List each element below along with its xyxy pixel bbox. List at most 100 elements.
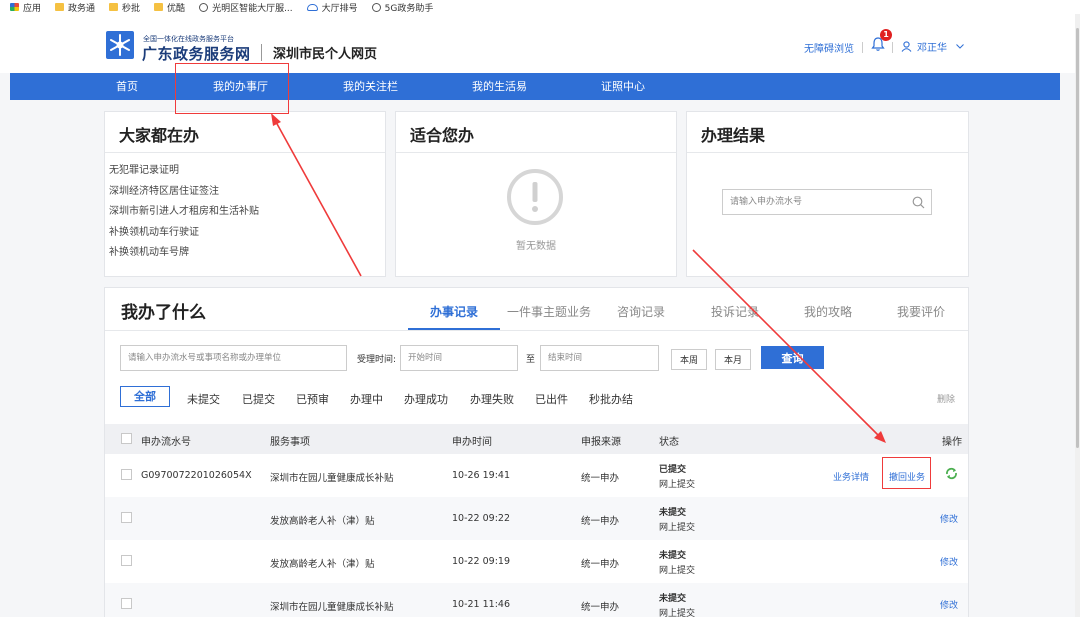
folder-icon	[109, 3, 119, 11]
edit-link[interactable]: 修改	[940, 555, 958, 568]
start-date-input[interactable]	[400, 345, 518, 371]
tab-complaint-records[interactable]: 投诉记录	[711, 303, 759, 320]
this-week-button[interactable]: 本周	[671, 349, 707, 370]
status-sub: 网上提交	[659, 609, 696, 617]
bookmark-apps[interactable]: 应用	[10, 1, 41, 14]
annotation-box-nav	[175, 63, 289, 114]
popular-item[interactable]: 深圳市新引进人才租房和生活补贴	[109, 202, 259, 223]
logo-title[interactable]: 广东政务服务网	[142, 43, 251, 64]
row-source: 统一申办	[581, 473, 620, 484]
row-service: 深圳市在园儿童健康成长补贴	[270, 602, 394, 613]
accessibility-link[interactable]: 无障碍浏览	[804, 40, 854, 55]
popular-item[interactable]: 深圳经济特区居住证签注	[109, 182, 259, 203]
row-checkbox[interactable]	[121, 469, 132, 480]
nav-home[interactable]: 首页	[116, 73, 138, 100]
filter-submitted[interactable]: 已提交	[242, 391, 275, 407]
serial-number-input[interactable]	[722, 189, 932, 215]
query-button[interactable]: 查询	[761, 346, 824, 369]
business-detail-link[interactable]: 业务详情	[833, 470, 869, 483]
logo-divider	[261, 44, 262, 61]
user-name: 邓正华	[917, 43, 947, 54]
filter-prereviewed[interactable]: 已预审	[296, 391, 329, 407]
select-all-checkbox[interactable]	[121, 433, 132, 444]
end-date-input[interactable]	[540, 345, 659, 371]
row-service: 深圳市在园儿童健康成长补贴	[270, 473, 394, 484]
filter-not-submitted[interactable]: 未提交	[187, 391, 220, 407]
bookmark-youku[interactable]: 优酷	[154, 1, 185, 14]
card-divider	[687, 152, 968, 153]
popular-item[interactable]: 补换领机动车号牌	[109, 243, 259, 264]
column-time: 申办时间	[452, 437, 492, 448]
row-status: 已提交 网上提交	[659, 462, 695, 490]
search-icon[interactable]	[912, 196, 925, 209]
row-time: 10-26 19:41	[452, 470, 511, 481]
user-icon	[901, 41, 912, 52]
tab-theme-business[interactable]: 一件事主题业务	[507, 303, 591, 320]
status-sub: 网上提交	[659, 480, 696, 490]
result-title: 办理结果	[701, 126, 766, 145]
filter-failed[interactable]: 办理失败	[470, 391, 514, 407]
folder-icon	[154, 3, 164, 11]
row-time: 10-22 09:19	[452, 556, 511, 567]
status-main: 未提交	[659, 594, 687, 604]
popular-list: 无犯罪记录证明 深圳经济特区居住证签注 深圳市新引进人才租房和生活补贴 补换领机…	[109, 161, 259, 264]
filter-success[interactable]: 办理成功	[404, 391, 448, 407]
row-checkbox[interactable]	[121, 512, 132, 523]
bookmark-guangming[interactable]: 光明区智能大厅服...	[199, 1, 293, 14]
refresh-icon[interactable]	[945, 467, 958, 480]
site-header: 全国一体化在线政务服务平台 广东政务服务网 深圳市民个人网页 无障碍浏览 1 邓…	[0, 14, 1080, 73]
edit-link[interactable]: 修改	[940, 598, 958, 611]
table-row: 发放高龄老人补（津）贴 10-22 09:22 统一申办 未提交 网上提交 修改	[105, 497, 968, 540]
table-row: 深圳市在园儿童健康成长补贴 10-21 11:46 统一申办 未提交 网上提交 …	[105, 583, 968, 617]
row-status: 未提交 网上提交	[659, 591, 695, 617]
bookmark-zhengwutong[interactable]: 政务通	[55, 1, 95, 14]
time-label: 受理时间:	[357, 355, 397, 365]
filter-all[interactable]: 全部	[120, 386, 170, 407]
row-checkbox[interactable]	[121, 598, 132, 609]
panel-divider	[105, 330, 968, 331]
row-checkbox[interactable]	[121, 555, 132, 566]
tab-consult-records[interactable]: 咨询记录	[617, 303, 665, 320]
this-month-button[interactable]: 本月	[715, 349, 751, 370]
page-scrollbar[interactable]	[1075, 14, 1080, 617]
apps-icon	[10, 3, 19, 11]
bookmark-queue[interactable]: 大厅排号	[306, 1, 358, 14]
records-search-input[interactable]	[120, 345, 347, 371]
delete-button[interactable]: 删除	[937, 392, 955, 405]
bookmark-5g[interactable]: 5G政务助手	[371, 1, 433, 14]
table-row: G0970072201026054X 深圳市在园儿童健康成长补贴 10-26 1…	[105, 454, 968, 497]
scrollbar-thumb[interactable]	[1076, 28, 1079, 448]
filter-instant-approval[interactable]: 秒批办结	[589, 391, 633, 407]
nav-my-life[interactable]: 我的生活易	[472, 73, 527, 100]
user-menu[interactable]: 邓正华	[901, 39, 969, 54]
nav-my-follows[interactable]: 我的关注栏	[343, 73, 398, 100]
tab-evaluate[interactable]: 我要评价	[897, 303, 945, 320]
records-panel: 我办了什么 办事记录 一件事主题业务 咨询记录 投诉记录 我的攻略 我要评价 受…	[104, 287, 969, 617]
table-header: 申办流水号 服务事项 申办时间 申报来源 状态 操作	[105, 424, 968, 454]
status-main: 已提交	[659, 465, 687, 475]
tab-service-records[interactable]: 办事记录	[430, 303, 478, 320]
suitable-title: 适合您办	[410, 126, 475, 145]
card-divider	[396, 152, 676, 153]
nav-license-center[interactable]: 证照中心	[601, 73, 645, 100]
globe-icon	[371, 2, 381, 12]
column-status: 状态	[659, 437, 679, 448]
row-serial: G0970072201026054X	[141, 470, 252, 481]
popular-item[interactable]: 补换领机动车行驶证	[109, 223, 259, 244]
bookmarks-bar: 应用 政务通 秒批 优酷 光明区智能大厅服... 大厅排号 5G政务助手	[0, 0, 1080, 14]
edit-link[interactable]: 修改	[940, 512, 958, 525]
result-card: 办理结果	[686, 111, 969, 277]
chevron-down-icon	[956, 44, 964, 49]
filter-processing[interactable]: 办理中	[350, 391, 383, 407]
logo-icon[interactable]	[106, 31, 134, 59]
popular-services-card: 大家都在办 无犯罪记录证明 深圳经济特区居住证签注 深圳市新引进人才租房和生活补…	[104, 111, 386, 277]
row-status: 未提交 网上提交	[659, 548, 695, 576]
globe-icon	[199, 2, 209, 12]
row-source: 统一申办	[581, 559, 620, 570]
row-time: 10-21 11:46	[452, 599, 511, 610]
bookmark-miaopi[interactable]: 秒批	[109, 1, 140, 14]
popular-item[interactable]: 无犯罪记录证明	[109, 161, 259, 182]
filter-issued[interactable]: 已出件	[535, 391, 568, 407]
tab-my-guides[interactable]: 我的攻略	[804, 303, 852, 320]
row-time: 10-22 09:22	[452, 513, 511, 524]
